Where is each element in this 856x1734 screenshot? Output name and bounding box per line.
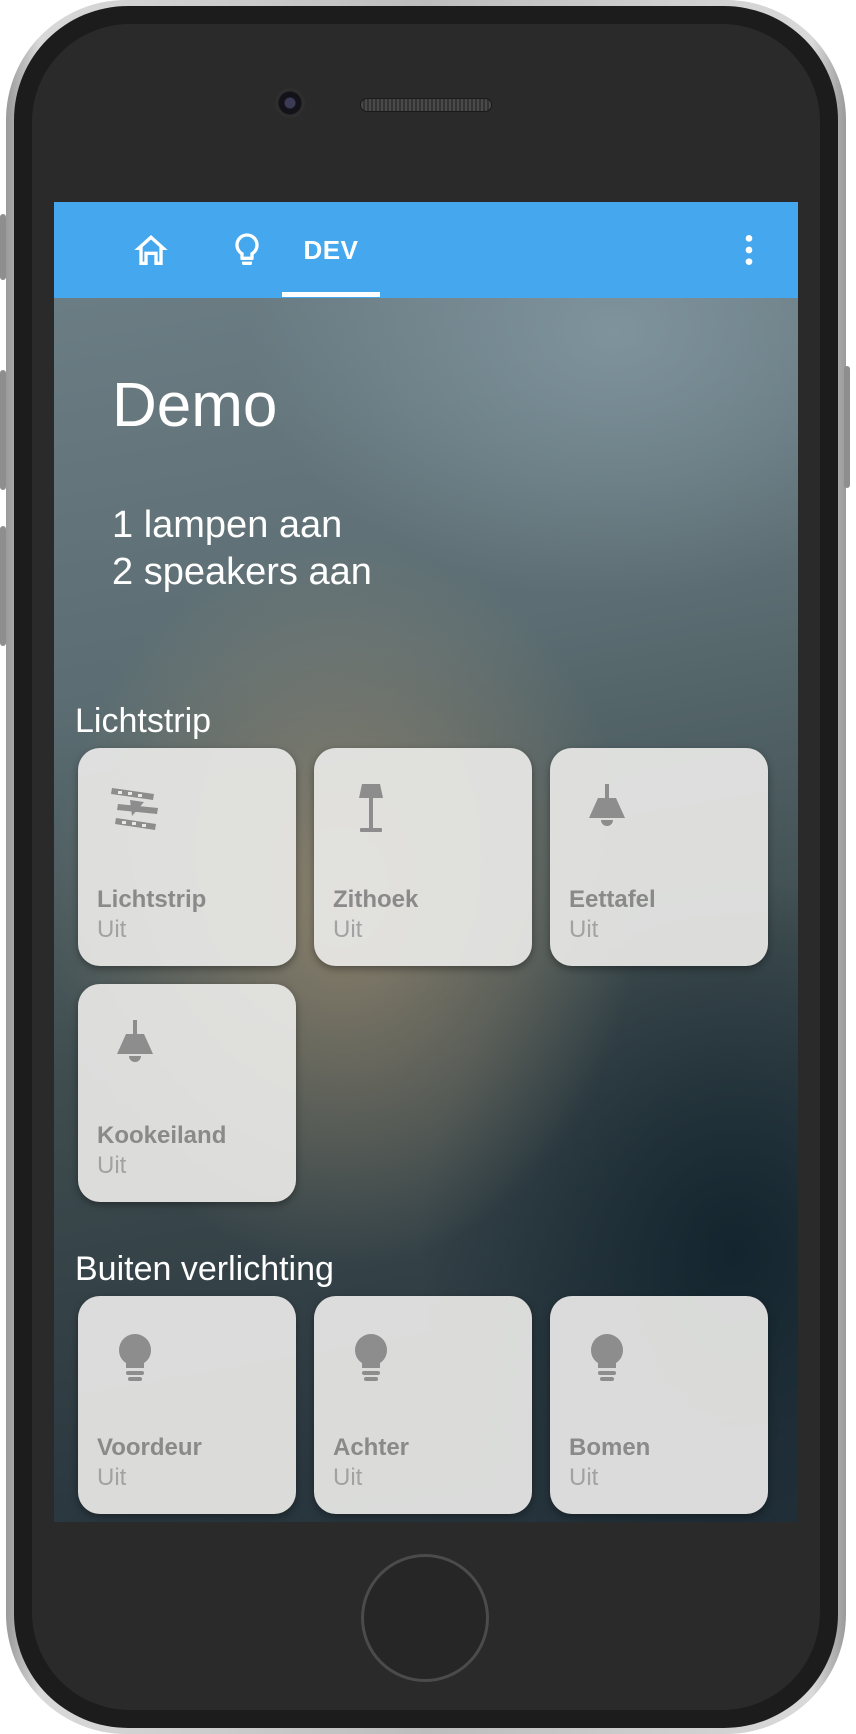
light-card-eettafel[interactable]: Eettafel Uit bbox=[550, 748, 768, 966]
tab-dev-label: DEV bbox=[303, 234, 359, 265]
earpiece-speaker bbox=[360, 98, 492, 112]
card-state: Uit bbox=[569, 916, 599, 943]
card-name: Zithoek bbox=[333, 886, 419, 913]
lightbulb-outline-icon bbox=[235, 233, 259, 265]
top-app-bar: DEV bbox=[54, 202, 798, 298]
light-card-lichtstrip[interactable]: Lichtstrip Uit bbox=[78, 748, 296, 966]
lightbulb-icon bbox=[591, 1334, 623, 1381]
lightbulb-icon bbox=[119, 1334, 151, 1381]
light-card-voordeur[interactable]: Voordeur Uit bbox=[78, 1296, 296, 1514]
card-state: Uit bbox=[97, 916, 127, 943]
home-icon bbox=[134, 235, 168, 265]
card-name: Bomen bbox=[569, 1434, 651, 1461]
page-title: Demo bbox=[112, 371, 278, 440]
home-button[interactable] bbox=[361, 1554, 489, 1682]
active-tab-indicator bbox=[282, 292, 380, 297]
card-state: Uit bbox=[333, 916, 363, 943]
front-camera bbox=[275, 88, 305, 118]
overflow-menu-button[interactable] bbox=[724, 202, 774, 298]
app-screen: DEV Demo 1 lampen aan 2 speakers aan Lic… bbox=[54, 202, 798, 1522]
tab-home[interactable] bbox=[114, 202, 188, 298]
card-name: Voordeur bbox=[97, 1434, 202, 1461]
ceiling-lamp-icon bbox=[589, 784, 625, 826]
volume-down-button bbox=[0, 526, 6, 646]
section-title-lichtstrip: Lichtstrip bbox=[75, 702, 212, 740]
more-vert-icon bbox=[745, 235, 753, 265]
card-state: Uit bbox=[97, 1464, 127, 1491]
mute-switch bbox=[0, 214, 6, 280]
floor-lamp-icon bbox=[359, 784, 383, 832]
card-state: Uit bbox=[97, 1152, 127, 1179]
summary-speakers-on: 2 speakers aan bbox=[112, 551, 372, 593]
light-card-zithoek[interactable]: Zithoek Uit bbox=[314, 748, 532, 966]
power-button bbox=[844, 366, 850, 488]
volume-up-button bbox=[0, 370, 6, 490]
card-state: Uit bbox=[333, 1464, 363, 1491]
card-state: Uit bbox=[569, 1464, 599, 1491]
card-name: Eettafel bbox=[569, 886, 656, 913]
light-card-kookeiland[interactable]: Kookeiland Uit bbox=[78, 984, 296, 1202]
light-card-achter[interactable]: Achter Uit bbox=[314, 1296, 532, 1514]
lightbulb-icon bbox=[355, 1334, 387, 1381]
ceiling-lamp-icon bbox=[117, 1020, 153, 1062]
card-name: Kookeiland bbox=[97, 1122, 227, 1149]
light-card-bomen[interactable]: Bomen Uit bbox=[550, 1296, 768, 1514]
card-name: Achter bbox=[333, 1434, 410, 1461]
card-name: Lichtstrip bbox=[97, 886, 207, 913]
section-title-buiten-verlichting: Buiten verlichting bbox=[75, 1250, 334, 1288]
tab-lights[interactable] bbox=[210, 202, 284, 298]
led-strip-icon bbox=[111, 788, 158, 830]
tab-dev[interactable]: DEV bbox=[282, 202, 380, 298]
summary-lights-on: 1 lampen aan bbox=[112, 504, 343, 546]
